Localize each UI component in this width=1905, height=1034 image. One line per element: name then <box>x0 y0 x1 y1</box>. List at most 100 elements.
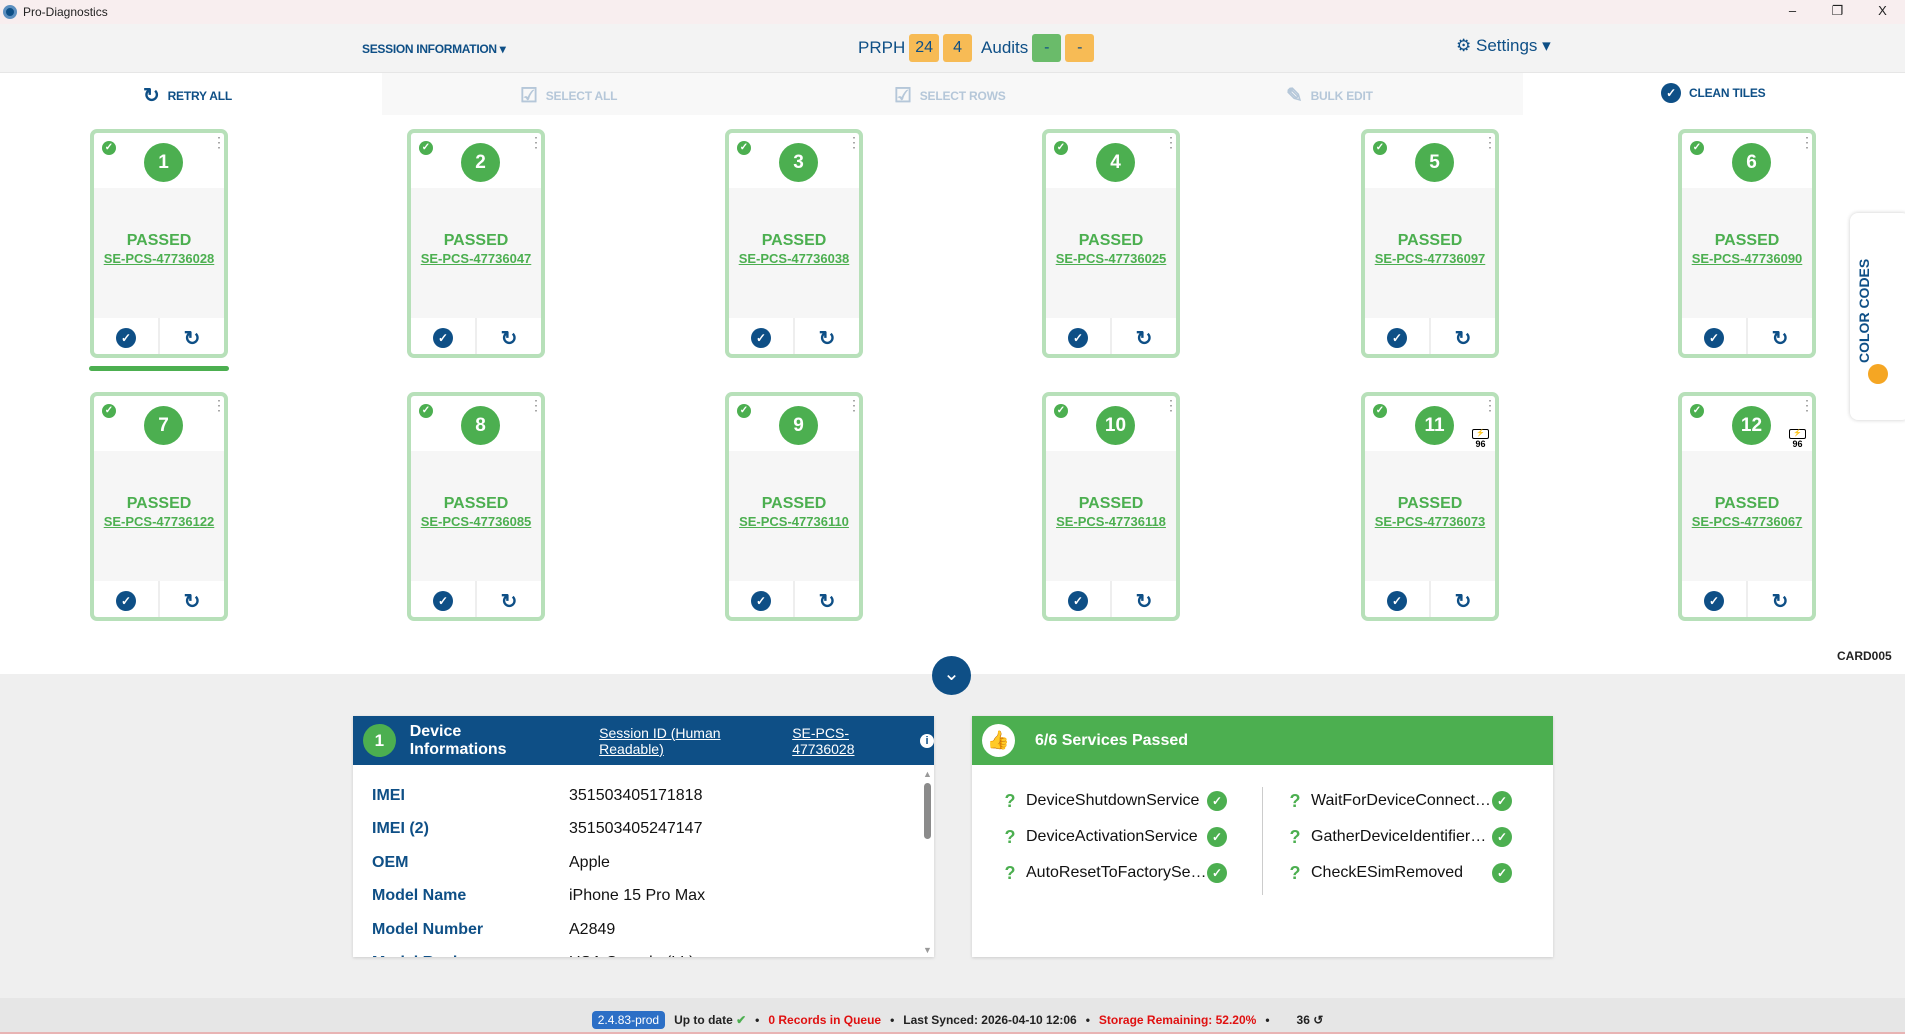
refresh-icon: ↻ <box>1772 589 1789 614</box>
retry-button[interactable]: ↻ <box>160 581 224 621</box>
title-bar: Pro-Diagnostics – ❐ X <box>0 0 1905 24</box>
close-button[interactable]: X <box>1860 0 1905 22</box>
check-icon: ✔ <box>736 1013 746 1027</box>
device-tile[interactable]: ✓ 5 ⋮ PASSED SE-PCS-47736097 ✓ ↻ <box>1361 129 1499 358</box>
prph-badge[interactable]: 24 <box>909 34 939 62</box>
approve-button[interactable]: ✓ <box>94 318 160 358</box>
device-tile[interactable]: ✓ 8 ⋮ PASSED SE-PCS-47736085 ✓ ↻ <box>407 392 545 621</box>
audit-badge[interactable]: - <box>1065 34 1094 62</box>
tile-session-link[interactable]: SE-PCS-47736038 <box>729 251 859 266</box>
prph-badge[interactable]: 4 <box>943 34 972 62</box>
device-tile[interactable]: ✓ 3 ⋮ PASSED SE-PCS-47736038 ✓ ↻ <box>725 129 863 358</box>
device-info-row: Model NumberA2849 <box>353 913 934 947</box>
tile-session-link[interactable]: SE-PCS-47736028 <box>94 251 224 266</box>
tile-session-link[interactable]: SE-PCS-47736118 <box>1046 514 1176 529</box>
check-icon: ✓ <box>1054 404 1068 418</box>
tile-status: PASSED <box>94 232 224 250</box>
approve-button[interactable]: ✓ <box>1365 581 1431 621</box>
scrollbar[interactable]: ▲▼ <box>922 769 932 955</box>
more-options-icon[interactable]: ⋮ <box>1800 402 1806 408</box>
retry-button[interactable]: ↻ <box>160 318 224 358</box>
clean-tiles-button[interactable]: ✓CLEAN TILES <box>1661 83 1765 103</box>
tile-session-link[interactable]: SE-PCS-47736110 <box>729 514 859 529</box>
tile-session-link[interactable]: SE-PCS-47736025 <box>1046 251 1176 266</box>
retry-button[interactable]: ↻ <box>477 581 541 621</box>
device-tile[interactable]: ✓ 10 ⋮ PASSED SE-PCS-47736118 ✓ ↻ <box>1042 392 1180 621</box>
check-circle-icon: ✓ <box>1387 591 1407 611</box>
tile-session-link[interactable]: SE-PCS-47736073 <box>1365 514 1495 529</box>
session-id-label-link[interactable]: Session ID (Human Readable) <box>599 725 787 757</box>
tile-session-link[interactable]: SE-PCS-47736097 <box>1365 251 1495 266</box>
more-options-icon[interactable]: ⋮ <box>212 402 218 408</box>
retry-button[interactable]: ↻ <box>1112 318 1176 358</box>
more-options-icon[interactable]: ⋮ <box>847 402 853 408</box>
device-tile[interactable]: ✓ 12 ⋮ ⚡96 PASSED SE-PCS-47736067 ✓ ↻ <box>1678 392 1816 621</box>
more-options-icon[interactable]: ⋮ <box>1164 402 1170 408</box>
select-all-button[interactable]: ☑SELECT ALL <box>520 83 617 108</box>
more-options-icon[interactable]: ⋮ <box>212 139 218 145</box>
retry-button[interactable]: ↻ <box>1112 581 1176 621</box>
approve-button[interactable]: ✓ <box>1365 318 1431 358</box>
field-value: iPhone 15 Pro Max <box>569 887 705 905</box>
tile-session-link[interactable]: SE-PCS-47736047 <box>411 251 541 266</box>
settings-dropdown[interactable]: ⚙ Settings ▾ <box>1456 36 1551 56</box>
more-options-icon[interactable]: ⋮ <box>1483 139 1489 145</box>
restore-button[interactable]: ❐ <box>1815 0 1860 22</box>
tile-session-link[interactable]: SE-PCS-47736122 <box>94 514 224 529</box>
device-info-row: OEMApple <box>353 846 934 880</box>
approve-button[interactable]: ✓ <box>729 318 795 358</box>
header: SESSION INFORMATION ▾ PRPH 24 4 Audits -… <box>0 24 1905 73</box>
retry-button[interactable]: ↻ <box>1748 318 1812 358</box>
retry-button[interactable]: ↻ <box>477 318 541 358</box>
history-count[interactable]: 36 ↺ <box>1297 1013 1324 1027</box>
tile-status: PASSED <box>1365 495 1495 513</box>
prph-audits: PRPH 24 4 Audits - - <box>858 34 1094 62</box>
device-tile[interactable]: ✓ 4 ⋮ PASSED SE-PCS-47736025 ✓ ↻ <box>1042 129 1180 358</box>
more-options-icon[interactable]: ⋮ <box>1800 139 1806 145</box>
more-options-icon[interactable]: ⋮ <box>1164 139 1170 145</box>
info-icon[interactable]: i <box>920 734 934 748</box>
more-options-icon[interactable]: ⋮ <box>847 139 853 145</box>
retry-all-button[interactable]: ↻RETRY ALL <box>143 83 232 108</box>
more-options-icon[interactable]: ⋮ <box>1483 402 1489 408</box>
refresh-icon: ↻ <box>1136 326 1153 351</box>
approve-button[interactable]: ✓ <box>1046 581 1112 621</box>
device-tile[interactable]: ✓ 9 ⋮ PASSED SE-PCS-47736110 ✓ ↻ <box>725 392 863 621</box>
device-tile[interactable]: ✓ 11 ⋮ ⚡96 PASSED SE-PCS-47736073 ✓ ↻ <box>1361 392 1499 621</box>
minimize-button[interactable]: – <box>1770 0 1815 22</box>
approve-button[interactable]: ✓ <box>1046 318 1112 358</box>
approve-button[interactable]: ✓ <box>94 581 160 621</box>
status-bar: 2.4.83-prod Up to date ✔ • 0 Records in … <box>0 998 1905 1034</box>
approve-button[interactable]: ✓ <box>729 581 795 621</box>
device-tile[interactable]: ✓ 7 ⋮ PASSED SE-PCS-47736122 ✓ ↻ <box>90 392 228 621</box>
tile-session-link[interactable]: SE-PCS-47736067 <box>1682 514 1812 529</box>
device-tile[interactable]: ✓ 6 ⋮ PASSED SE-PCS-47736090 ✓ ↻ <box>1678 129 1816 358</box>
more-options-icon[interactable]: ⋮ <box>529 139 535 145</box>
retry-button[interactable]: ↻ <box>1431 318 1495 358</box>
tile-session-link[interactable]: SE-PCS-47736090 <box>1682 251 1812 266</box>
retry-button[interactable]: ↻ <box>795 581 859 621</box>
select-rows-button[interactable]: ☑SELECT ROWS <box>894 83 1006 108</box>
check-circle-icon: ✓ <box>1492 863 1512 883</box>
approve-button[interactable]: ✓ <box>1682 581 1748 621</box>
approve-button[interactable]: ✓ <box>1682 318 1748 358</box>
device-tile[interactable]: ✓ 2 ⋮ PASSED SE-PCS-47736047 ✓ ↻ <box>407 129 545 358</box>
device-tile[interactable]: ✓ 1 ⋮ PASSED SE-PCS-47736028 ✓ ↻ <box>90 129 228 358</box>
audit-badge[interactable]: - <box>1032 34 1061 62</box>
approve-button[interactable]: ✓ <box>411 318 477 358</box>
color-codes-panel[interactable]: COLOR CODES <box>1850 213 1905 420</box>
retry-button[interactable]: ↻ <box>795 318 859 358</box>
session-information-dropdown[interactable]: SESSION INFORMATION ▾ <box>362 42 506 56</box>
tile-number: 10 <box>1096 406 1135 445</box>
retry-button[interactable]: ↻ <box>1748 581 1812 621</box>
device-info-row: IMEI (2)351503405247147 <box>353 813 934 847</box>
retry-button[interactable]: ↻ <box>1431 581 1495 621</box>
session-id-link[interactable]: SE-PCS-47736028 <box>792 725 910 757</box>
service-item: ?WaitForDeviceConnected✓ <box>1283 786 1512 816</box>
chevron-down-icon[interactable]: ⌄ <box>932 656 971 695</box>
approve-button[interactable]: ✓ <box>411 581 477 621</box>
bulk-edit-button[interactable]: ✎BULK EDIT <box>1286 83 1373 108</box>
tile-session-link[interactable]: SE-PCS-47736085 <box>411 514 541 529</box>
more-options-icon[interactable]: ⋮ <box>529 402 535 408</box>
window-title: Pro-Diagnostics <box>23 5 108 19</box>
